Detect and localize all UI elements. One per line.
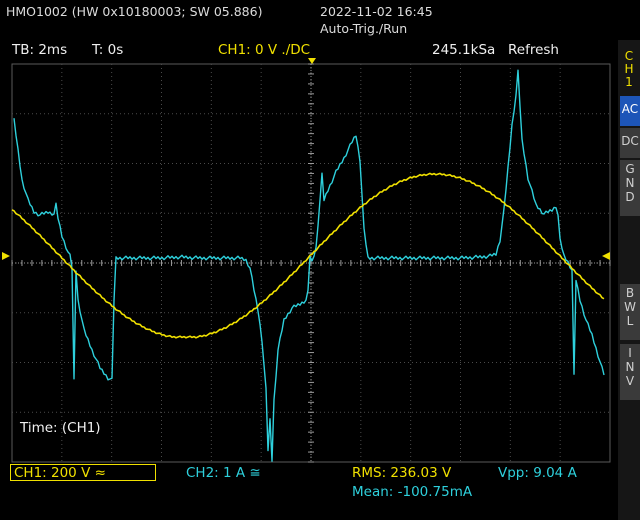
ch1-ground-marker [2, 252, 10, 260]
waveform-display [2, 58, 611, 463]
trigger-position-marker [308, 58, 316, 64]
vpp-measurement: Vpp: 9.04 A [498, 465, 577, 481]
trigger-level-marker [602, 252, 610, 260]
graticule-center-ticks [11, 63, 611, 463]
mean-measurement: Mean: -100.75mA [352, 484, 473, 500]
ch2-scale-label[interactable]: CH2: 1 A ≅ [186, 465, 261, 481]
ch1-scale-label[interactable]: CH1: 200 V ≈ [14, 465, 106, 481]
time-reference-label: Time: (CH1) [20, 420, 101, 436]
rms-measurement: RMS: 236.03 V [352, 465, 452, 481]
